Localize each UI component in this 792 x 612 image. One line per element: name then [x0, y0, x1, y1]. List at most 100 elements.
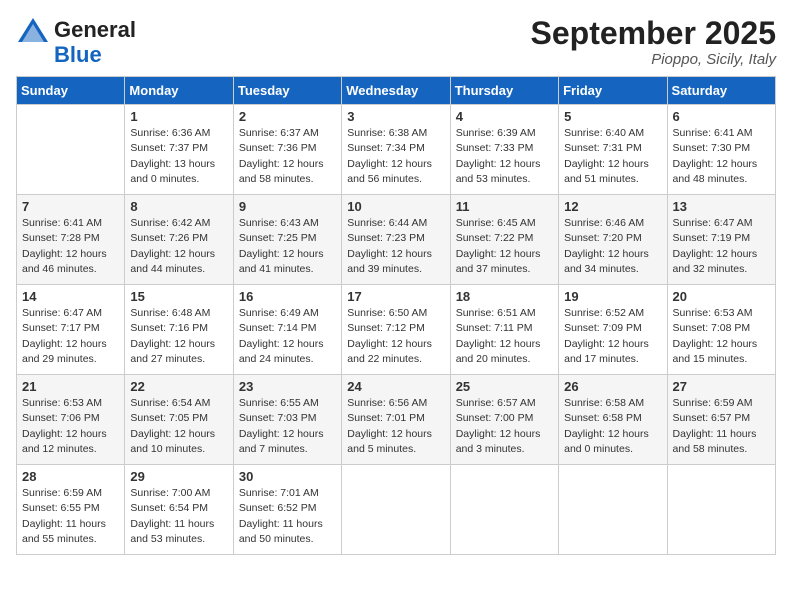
day-number: 14 — [22, 289, 119, 304]
day-number: 29 — [130, 469, 227, 484]
day-number: 4 — [456, 109, 553, 124]
day-number: 17 — [347, 289, 444, 304]
day-info: Sunrise: 6:54 AM Sunset: 7:05 PM Dayligh… — [130, 396, 227, 457]
day-info: Sunrise: 6:41 AM Sunset: 7:28 PM Dayligh… — [22, 216, 119, 277]
day-number: 6 — [673, 109, 770, 124]
calendar-table: SundayMondayTuesdayWednesdayThursdayFrid… — [16, 76, 776, 555]
weekday-header: Friday — [559, 77, 667, 105]
calendar-cell: 16Sunrise: 6:49 AM Sunset: 7:14 PM Dayli… — [233, 285, 341, 375]
calendar-cell: 5 Sunrise: 6:40 AM Sunset: 7:31 PM Daylig… — [559, 105, 667, 195]
calendar-week-row: 1 Sunrise: 6:36 AM Sunset: 7:37 PM Daylig… — [17, 105, 776, 195]
day-info: Sunrise: 6:50 AM Sunset: 7:12 PM Dayligh… — [347, 306, 444, 367]
calendar-cell: 9Sunrise: 6:43 AM Sunset: 7:25 PM Daylig… — [233, 195, 341, 285]
day-number: 24 — [347, 379, 444, 394]
day-number: 1 — [130, 109, 227, 124]
day-number: 3 — [347, 109, 444, 124]
page-header: General Blue September 2025 Pioppo, Sici… — [16, 16, 776, 68]
calendar-cell: 13Sunrise: 6:47 AM Sunset: 7:19 PM Dayli… — [667, 195, 775, 285]
calendar-cell: 4 Sunrise: 6:39 AM Sunset: 7:33 PM Daylig… — [450, 105, 558, 195]
day-info: Sunrise: 6:43 AM Sunset: 7:25 PM Dayligh… — [239, 216, 336, 277]
day-number: 13 — [673, 199, 770, 214]
month-title: September 2025 — [531, 16, 776, 51]
day-number: 27 — [673, 379, 770, 394]
day-info: Sunrise: 6:52 AM Sunset: 7:09 PM Dayligh… — [564, 306, 661, 367]
calendar-cell — [450, 465, 558, 555]
calendar-cell: 2Sunrise: 6:37 AM Sunset: 7:36 PM Daylig… — [233, 105, 341, 195]
calendar-cell: 25Sunrise: 6:57 AM Sunset: 7:00 PM Dayli… — [450, 375, 558, 465]
calendar-cell: 12 Sunrise: 6:46 AM Sunset: 7:20 PM Dayli… — [559, 195, 667, 285]
calendar-cell: 27 Sunrise: 6:59 AM Sunset: 6:57 PM Dayli… — [667, 375, 775, 465]
calendar-week-row: 21 Sunrise: 6:53 AM Sunset: 7:06 PM Dayli… — [17, 375, 776, 465]
weekday-header: Wednesday — [342, 77, 450, 105]
calendar-cell: 15 Sunrise: 6:48 AM Sunset: 7:16 PM Dayli… — [125, 285, 233, 375]
calendar-cell — [342, 465, 450, 555]
calendar-week-row: 28Sunrise: 6:59 AM Sunset: 6:55 PM Dayli… — [17, 465, 776, 555]
calendar-cell: 18Sunrise: 6:51 AM Sunset: 7:11 PM Dayli… — [450, 285, 558, 375]
day-number: 12 — [564, 199, 661, 214]
calendar-cell: 28Sunrise: 6:59 AM Sunset: 6:55 PM Dayli… — [17, 465, 125, 555]
day-info: Sunrise: 6:55 AM Sunset: 7:03 PM Dayligh… — [239, 396, 336, 457]
calendar-cell: 30 Sunrise: 7:01 AM Sunset: 6:52 PM Dayli… — [233, 465, 341, 555]
day-number: 8 — [130, 199, 227, 214]
day-info: Sunrise: 7:00 AM Sunset: 6:54 PM Dayligh… — [130, 486, 227, 547]
day-info: Sunrise: 6:39 AM Sunset: 7:33 PM Dayligh… — [456, 126, 553, 187]
day-number: 26 — [564, 379, 661, 394]
day-number: 5 — [564, 109, 661, 124]
day-info: Sunrise: 6:41 AM Sunset: 7:30 PM Dayligh… — [673, 126, 770, 187]
weekday-header-row: SundayMondayTuesdayWednesdayThursdayFrid… — [17, 77, 776, 105]
day-info: Sunrise: 6:40 AM Sunset: 7:31 PM Dayligh… — [564, 126, 661, 187]
day-number: 28 — [22, 469, 119, 484]
calendar-cell: 24 Sunrise: 6:56 AM Sunset: 7:01 PM Dayli… — [342, 375, 450, 465]
calendar-cell: 10Sunrise: 6:44 AM Sunset: 7:23 PM Dayli… — [342, 195, 450, 285]
day-number: 15 — [130, 289, 227, 304]
calendar-cell: 7Sunrise: 6:41 AM Sunset: 7:28 PM Daylig… — [17, 195, 125, 285]
calendar-cell: 20Sunrise: 6:53 AM Sunset: 7:08 PM Dayli… — [667, 285, 775, 375]
day-number: 19 — [564, 289, 661, 304]
day-info: Sunrise: 6:53 AM Sunset: 7:06 PM Dayligh… — [22, 396, 119, 457]
day-info: Sunrise: 6:46 AM Sunset: 7:20 PM Dayligh… — [564, 216, 661, 277]
day-number: 20 — [673, 289, 770, 304]
day-number: 2 — [239, 109, 336, 124]
day-info: Sunrise: 6:36 AM Sunset: 7:37 PM Dayligh… — [130, 126, 227, 187]
calendar-cell — [667, 465, 775, 555]
calendar-cell: 26 Sunrise: 6:58 AM Sunset: 6:58 PM Dayli… — [559, 375, 667, 465]
day-info: Sunrise: 6:44 AM Sunset: 7:23 PM Dayligh… — [347, 216, 444, 277]
day-number: 11 — [456, 199, 553, 214]
weekday-header: Monday — [125, 77, 233, 105]
day-info: Sunrise: 6:47 AM Sunset: 7:17 PM Dayligh… — [22, 306, 119, 367]
calendar-cell: 29 Sunrise: 7:00 AM Sunset: 6:54 PM Dayli… — [125, 465, 233, 555]
day-info: Sunrise: 6:38 AM Sunset: 7:34 PM Dayligh… — [347, 126, 444, 187]
day-info: Sunrise: 6:59 AM Sunset: 6:57 PM Dayligh… — [673, 396, 770, 457]
location: Pioppo, Sicily, Italy — [531, 51, 776, 68]
day-info: Sunrise: 6:48 AM Sunset: 7:16 PM Dayligh… — [130, 306, 227, 367]
weekday-header: Thursday — [450, 77, 558, 105]
calendar-cell: 14 Sunrise: 6:47 AM Sunset: 7:17 PM Dayli… — [17, 285, 125, 375]
logo-general: General — [54, 17, 136, 43]
calendar-week-row: 7Sunrise: 6:41 AM Sunset: 7:28 PM Daylig… — [17, 195, 776, 285]
logo-icon — [16, 16, 50, 44]
day-info: Sunrise: 6:51 AM Sunset: 7:11 PM Dayligh… — [456, 306, 553, 367]
calendar-cell: 23Sunrise: 6:55 AM Sunset: 7:03 PM Dayli… — [233, 375, 341, 465]
day-info: Sunrise: 6:49 AM Sunset: 7:14 PM Dayligh… — [239, 306, 336, 367]
calendar-cell: 21 Sunrise: 6:53 AM Sunset: 7:06 PM Dayli… — [17, 375, 125, 465]
day-number: 21 — [22, 379, 119, 394]
day-info: Sunrise: 6:57 AM Sunset: 7:00 PM Dayligh… — [456, 396, 553, 457]
calendar-week-row: 14 Sunrise: 6:47 AM Sunset: 7:17 PM Dayli… — [17, 285, 776, 375]
logo-blue: Blue — [54, 44, 102, 66]
logo: General Blue — [16, 16, 136, 66]
weekday-header: Tuesday — [233, 77, 341, 105]
calendar-cell: 8 Sunrise: 6:42 AM Sunset: 7:26 PM Daylig… — [125, 195, 233, 285]
calendar-cell: 22 Sunrise: 6:54 AM Sunset: 7:05 PM Dayli… — [125, 375, 233, 465]
day-info: Sunrise: 7:01 AM Sunset: 6:52 PM Dayligh… — [239, 486, 336, 547]
day-number: 22 — [130, 379, 227, 394]
day-info: Sunrise: 6:58 AM Sunset: 6:58 PM Dayligh… — [564, 396, 661, 457]
day-info: Sunrise: 6:45 AM Sunset: 7:22 PM Dayligh… — [456, 216, 553, 277]
day-info: Sunrise: 6:42 AM Sunset: 7:26 PM Dayligh… — [130, 216, 227, 277]
day-number: 30 — [239, 469, 336, 484]
calendar-cell: 19 Sunrise: 6:52 AM Sunset: 7:09 PM Dayli… — [559, 285, 667, 375]
calendar-cell: 17 Sunrise: 6:50 AM Sunset: 7:12 PM Dayli… — [342, 285, 450, 375]
calendar-cell — [559, 465, 667, 555]
calendar-cell — [17, 105, 125, 195]
day-info: Sunrise: 6:56 AM Sunset: 7:01 PM Dayligh… — [347, 396, 444, 457]
calendar-cell: 11 Sunrise: 6:45 AM Sunset: 7:22 PM Dayli… — [450, 195, 558, 285]
